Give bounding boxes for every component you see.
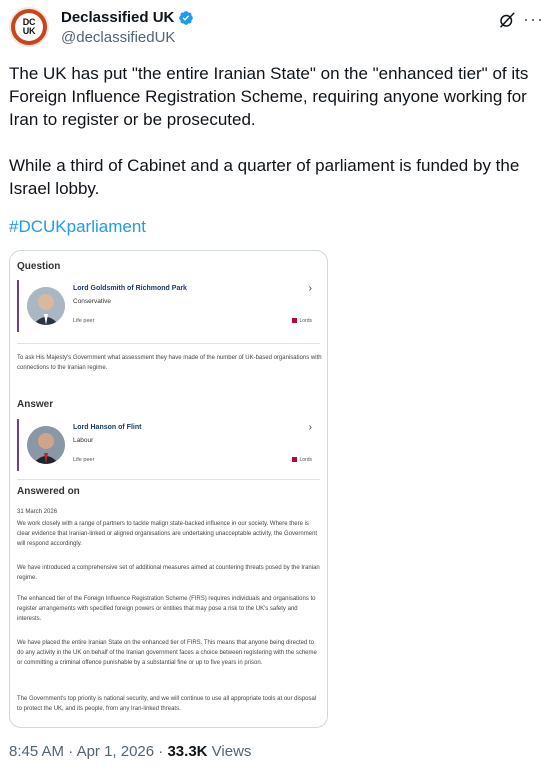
question-text: To ask His Majesty's Government what ass… <box>17 355 322 371</box>
tweet-paragraph-2: While a third of Cabinet and a quarter o… <box>9 156 525 198</box>
views-label: Views <box>207 743 252 760</box>
questioner-name: Lord Goldsmith of Richmond Park <box>73 285 187 292</box>
answerer-party: Labour <box>73 437 94 444</box>
questioner-house: Lords <box>292 318 312 324</box>
chevron-right-icon: › <box>308 283 312 294</box>
author-name[interactable]: Declassified UK <box>61 9 174 26</box>
tweet-metadata: 8:45 AM · Apr 1, 2026 · 33.3K Views <box>9 743 251 760</box>
name-row: Declassified UK <box>61 9 194 26</box>
divider <box>17 343 320 344</box>
answer-paragraph: We have placed the entire Iranian State … <box>17 640 317 666</box>
separator: · <box>64 743 77 760</box>
verified-badge-icon <box>179 10 194 25</box>
question-heading: Question <box>17 261 61 272</box>
answered-date: 31 March 2026 <box>17 509 58 515</box>
answer-paragraph: The enhanced tier of the Foreign Influen… <box>17 596 316 622</box>
avatar-logo: DC UK <box>15 13 43 41</box>
answerer-house: Lords <box>292 457 312 463</box>
answer-paragraph: We work closely with a range of partners… <box>17 521 318 547</box>
questioner-role: Life peer <box>73 318 95 324</box>
answerer-member-card[interactable]: Lord Hanson of Flint Labour Life peer Lo… <box>17 419 320 471</box>
tweet-date[interactable]: Apr 1, 2026 <box>77 743 155 760</box>
tweet-text: The UK has put "the entire Iranian State… <box>9 62 541 200</box>
tweet-time[interactable]: 8:45 AM <box>9 743 64 760</box>
attached-image-card[interactable]: Question Lord Goldsmith of Richmond Park… <box>9 250 328 728</box>
grok-icon[interactable] <box>498 11 516 29</box>
answerer-role: Life peer <box>73 457 95 463</box>
tweet-header: DC UK Declassified UK @declassifiedUK ··… <box>9 6 544 50</box>
answerer-name: Lord Hanson of Flint <box>73 424 142 431</box>
answer-paragraph: We have introduced a comprehensive set o… <box>17 565 320 581</box>
views-count[interactable]: 33.3K <box>167 743 207 760</box>
hashtag-link[interactable]: #DCUKparliament <box>9 217 146 237</box>
questioner-party: Conservative <box>73 298 111 305</box>
separator: · <box>154 743 168 760</box>
questioner-photo <box>27 287 65 325</box>
avatar-text-bottom: UK <box>22 26 36 36</box>
author-handle[interactable]: @declassifiedUK <box>61 29 175 46</box>
questioner-member-card[interactable]: Lord Goldsmith of Richmond Park Conserva… <box>17 280 320 332</box>
answer-heading: Answer <box>17 399 54 410</box>
more-icon[interactable]: ··· <box>523 10 544 28</box>
avatar[interactable]: DC UK <box>9 7 49 47</box>
tweet-paragraph-1: The UK has put "the entire Iranian State… <box>9 64 534 129</box>
chevron-right-icon: › <box>308 422 312 433</box>
answer-paragraph: The Government's top priority is nationa… <box>17 696 317 712</box>
answerer-photo <box>27 426 65 464</box>
divider <box>17 479 320 480</box>
answered-on-heading: Answered on <box>17 486 80 497</box>
